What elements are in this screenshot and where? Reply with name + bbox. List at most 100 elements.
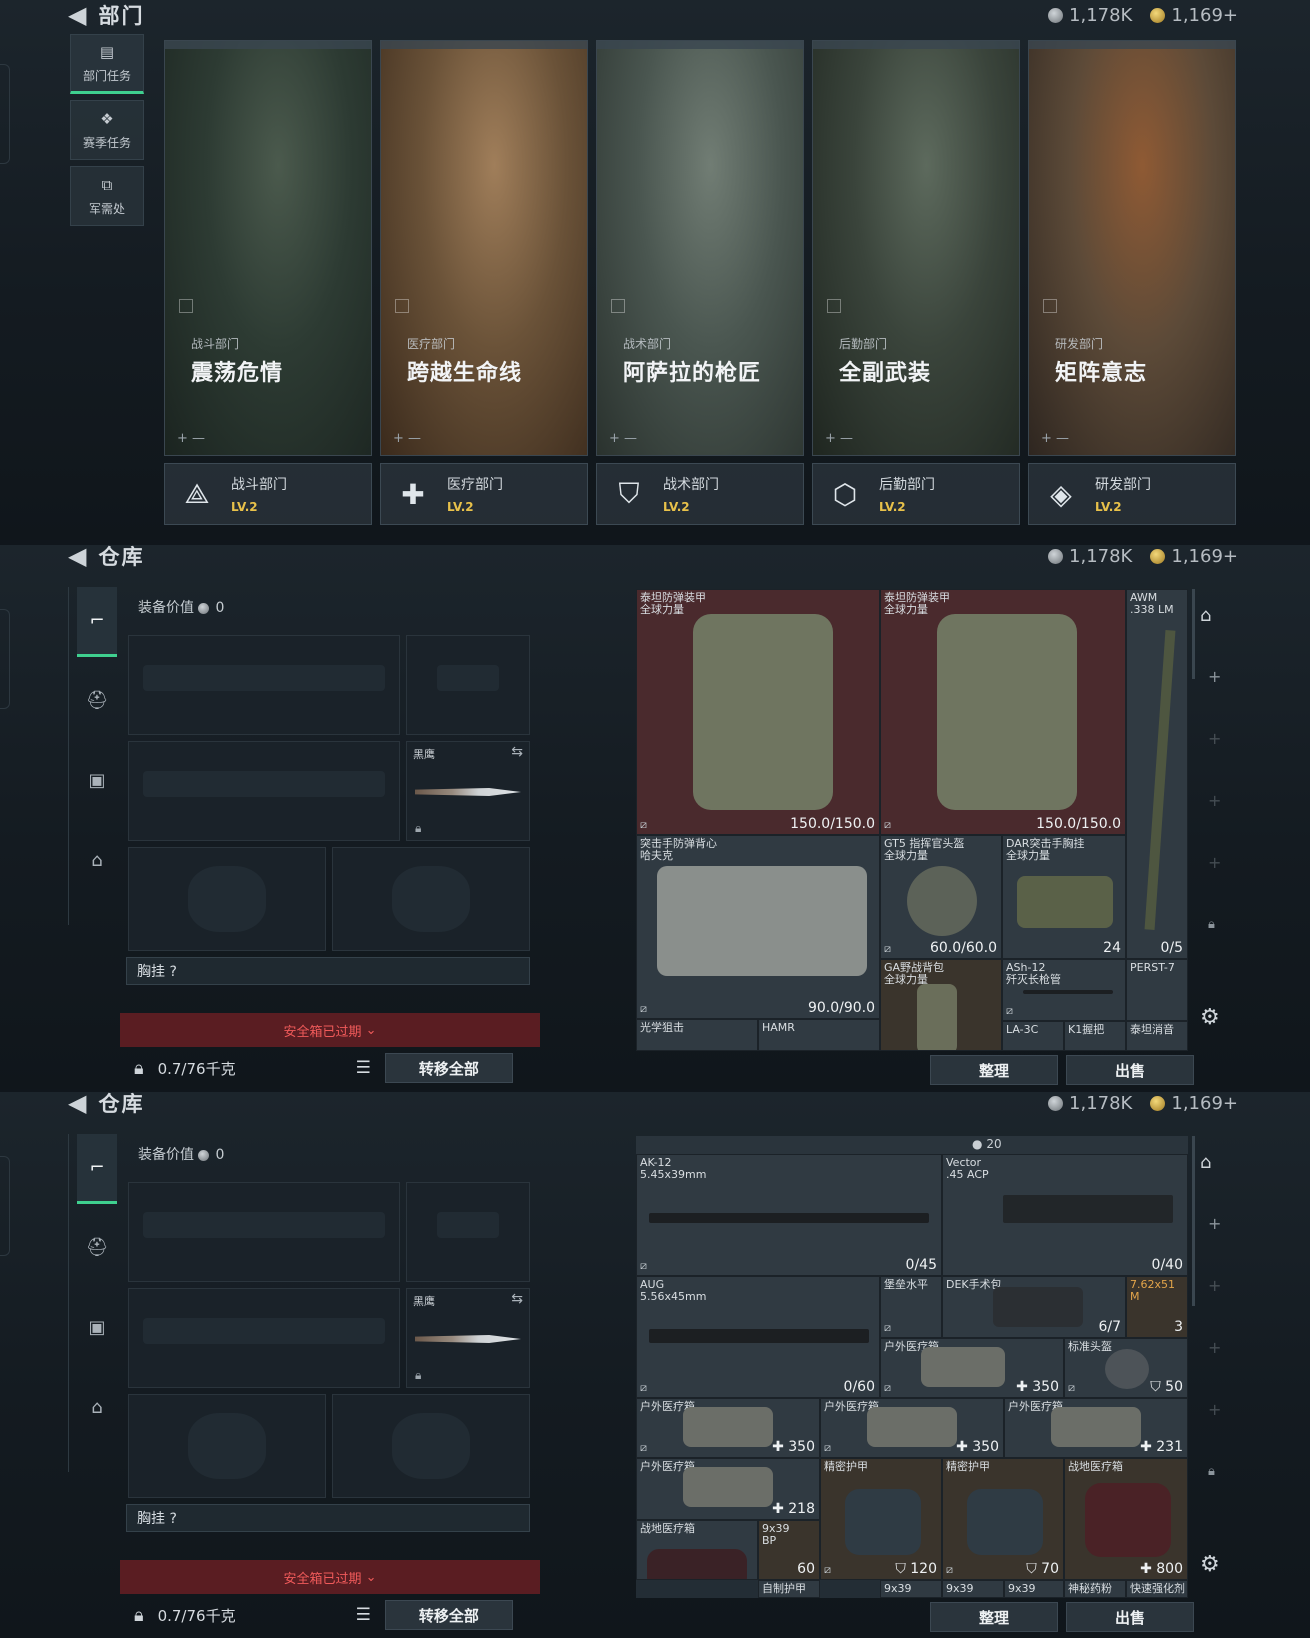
armor-slot[interactable]	[332, 1394, 530, 1498]
primary-weapon-slot[interactable]	[128, 1182, 400, 1282]
stash-item[interactable]: 7.62x51 M 3	[1126, 1276, 1188, 1338]
tab-cases[interactable]: ⌂	[77, 1372, 117, 1442]
gear-icon[interactable]: ⚙	[1200, 1552, 1220, 1577]
stash-item[interactable]: 户外医疗箱 ⧄ ✚ 350	[636, 1398, 820, 1458]
chest-rig-slot[interactable]: 胸挂 ?	[126, 1504, 530, 1532]
left-edge-tab[interactable]	[0, 64, 10, 164]
transfer-all-button[interactable]: 转移全部	[384, 1053, 513, 1083]
melee-slot[interactable]: 黑鹰 ⇆ 🔒︎	[406, 741, 530, 841]
stash-item[interactable]: 户外医疗箱 ✚ 231	[1004, 1398, 1188, 1458]
add-icon[interactable]: +	[1208, 1338, 1221, 1357]
left-edge-tab[interactable]	[0, 1156, 10, 1256]
safe-box-expired-banner[interactable]: 安全箱已过期 ⌄	[120, 1013, 540, 1047]
add-icon[interactable]: +	[1208, 1214, 1221, 1233]
stash-item[interactable]: 快速强化剂	[1126, 1580, 1188, 1598]
stash-item[interactable]: 神秘药粉	[1064, 1580, 1126, 1598]
stash-item[interactable]: 9x39	[880, 1580, 942, 1598]
stash-item[interactable]: DAR突击手胸挂 全球力量 24	[1002, 835, 1126, 959]
melee-slot[interactable]: 黑鹰 ⇆ 🔒︎	[406, 1288, 530, 1388]
sell-button[interactable]: 出售	[1066, 1602, 1194, 1632]
stash-item[interactable]: 户外医疗箱 ⧄ ✚ 350	[820, 1398, 1004, 1458]
armor-slot[interactable]	[332, 847, 530, 951]
stash-item[interactable]: 9x39 BP 60	[758, 1520, 820, 1580]
stash-item[interactable]: GA野战背包 全球力量	[880, 959, 1002, 1051]
stash-item[interactable]: AUG 5.56x45mm ⧄ 0/60	[636, 1276, 880, 1398]
stash-item[interactable]: 户外医疗箱 ✚ 218	[636, 1458, 820, 1520]
nav-season-tasks[interactable]: ❖ 赛季任务	[70, 100, 144, 160]
add-icon[interactable]: +	[1208, 1276, 1221, 1295]
tab-cases[interactable]: ⌂	[77, 825, 117, 895]
mission-card[interactable]: 战斗部门 震荡危情 + —	[164, 40, 372, 456]
mission-card[interactable]: 研发部门 矩阵意志 + —	[1028, 40, 1236, 456]
stash-item[interactable]: AK-12 5.45x39mm ⧄ 0/45	[636, 1154, 942, 1276]
list-icon[interactable]: ☰	[356, 1058, 371, 1078]
stash-item[interactable]: 9x39	[942, 1580, 1004, 1598]
pistol-slot[interactable]	[406, 635, 530, 735]
back-icon[interactable]: ◀	[68, 1, 86, 29]
sort-button[interactable]: 整理	[930, 1055, 1058, 1085]
mission-card[interactable]: 医疗部门 跨越生命线 + —	[380, 40, 588, 456]
stash-item[interactable]: 9x39	[1004, 1580, 1064, 1598]
add-icon[interactable]: +	[1208, 853, 1221, 872]
stash-item[interactable]: 泰坦防弹装甲 全球力量 ⧄ 150.0/150.0	[880, 589, 1126, 835]
sell-button[interactable]: 出售	[1066, 1055, 1194, 1085]
stash-item[interactable]: DEK手术包 6/7	[942, 1276, 1126, 1338]
stash-item[interactable]: 堡垒水平 ⧄	[880, 1276, 942, 1338]
gear-icon[interactable]: ⚙	[1200, 1005, 1220, 1030]
stash-item[interactable]: 突击手防弹背心 哈夫克 ⧄ 90.0/90.0	[636, 835, 880, 1019]
add-icon[interactable]: +	[1208, 791, 1221, 810]
swap-icon[interactable]: ⇆	[511, 744, 523, 760]
chest-rig-slot[interactable]: 胸挂 ?	[126, 957, 530, 985]
stash-item[interactable]: 光学狙击	[636, 1019, 758, 1051]
back-icon[interactable]: ◀	[68, 1092, 86, 1117]
mission-card[interactable]: 战术部门 阿萨拉的枪匠 + —	[596, 40, 804, 456]
add-icon[interactable]: +	[1208, 729, 1221, 748]
add-icon[interactable]: +	[1208, 667, 1221, 686]
stash-item[interactable]: K1握把	[1064, 1021, 1126, 1051]
stash-item[interactable]: Vector .45 ACP 0/40	[942, 1154, 1188, 1276]
storage-icon[interactable]: ⌂	[1200, 1152, 1211, 1173]
lock-icon[interactable]: 🔒︎	[1208, 917, 1215, 932]
stash-item[interactable]: PERST-7	[1126, 959, 1188, 1021]
department-level-tile[interactable]: ◈ 研发部门 LV.2	[1028, 463, 1236, 525]
add-icon[interactable]: +	[1208, 1400, 1221, 1419]
stash-scrollbar[interactable]	[1192, 1136, 1195, 1306]
stash-item[interactable]: 精密护甲 ⧄ ⛉ 120	[820, 1458, 942, 1580]
swap-icon[interactable]: ⇆	[511, 1291, 523, 1307]
tab-weapons[interactable]: ⌐	[77, 1134, 117, 1204]
lock-icon[interactable]: 🔒︎	[134, 1058, 144, 1079]
stash-item[interactable]: 泰坦消音	[1126, 1021, 1188, 1051]
department-level-tile[interactable]: ✚ 医疗部门 LV.2	[380, 463, 588, 525]
stash-item[interactable]: 精密护甲 ⧄ ⛉ 70	[942, 1458, 1064, 1580]
nav-department-tasks[interactable]: ▤ 部门任务	[70, 34, 144, 94]
stash-item[interactable]: 户外医疗箱 ⧄ ✚ 350	[880, 1338, 1064, 1398]
tab-weapons[interactable]: ⌐	[77, 587, 117, 657]
department-level-tile[interactable]: ⬡ 后勤部门 LV.2	[812, 463, 1020, 525]
sort-button[interactable]: 整理	[930, 1602, 1058, 1632]
stash-item[interactable]: 战地医疗箱 ✚ 800	[1064, 1458, 1188, 1580]
stash-item[interactable]: 标准头盔 ⧄ ⛉ 50	[1064, 1338, 1188, 1398]
stash-scrollbar[interactable]	[1192, 589, 1195, 679]
tab-armor[interactable]: ⛑	[77, 665, 117, 735]
list-icon[interactable]: ☰	[356, 1605, 371, 1625]
safe-box-expired-banner[interactable]: 安全箱已过期 ⌄	[120, 1560, 540, 1594]
stash-item[interactable]: AWM .338 LM 0/5	[1126, 589, 1188, 959]
lock-icon[interactable]: 🔒︎	[134, 1605, 144, 1626]
department-level-tile[interactable]: ⟁ 战斗部门 LV.2	[164, 463, 372, 525]
department-level-tile[interactable]: ⛉ 战术部门 LV.2	[596, 463, 804, 525]
primary-weapon-slot[interactable]	[128, 635, 400, 735]
secondary-weapon-slot[interactable]	[128, 741, 400, 841]
mission-card[interactable]: 后勤部门 全副武装 + —	[812, 40, 1020, 456]
stash-item[interactable]: 泰坦防弹装甲 全球力量 ⧄ 150.0/150.0	[636, 589, 880, 835]
secondary-weapon-slot[interactable]	[128, 1288, 400, 1388]
transfer-all-button[interactable]: 转移全部	[384, 1600, 513, 1630]
stash-item[interactable]: HAMR	[758, 1019, 880, 1051]
stash-item[interactable]: ASh-12 歼灭长枪管 ⧄	[1002, 959, 1126, 1021]
helmet-slot[interactable]	[128, 1394, 326, 1498]
lock-icon[interactable]: 🔒︎	[1208, 1464, 1215, 1479]
tab-armor[interactable]: ⛑	[77, 1212, 117, 1282]
helmet-slot[interactable]	[128, 847, 326, 951]
stash-item[interactable]: LA-3C	[1002, 1021, 1064, 1051]
storage-icon[interactable]: ⌂	[1200, 605, 1211, 626]
pistol-slot[interactable]	[406, 1182, 530, 1282]
